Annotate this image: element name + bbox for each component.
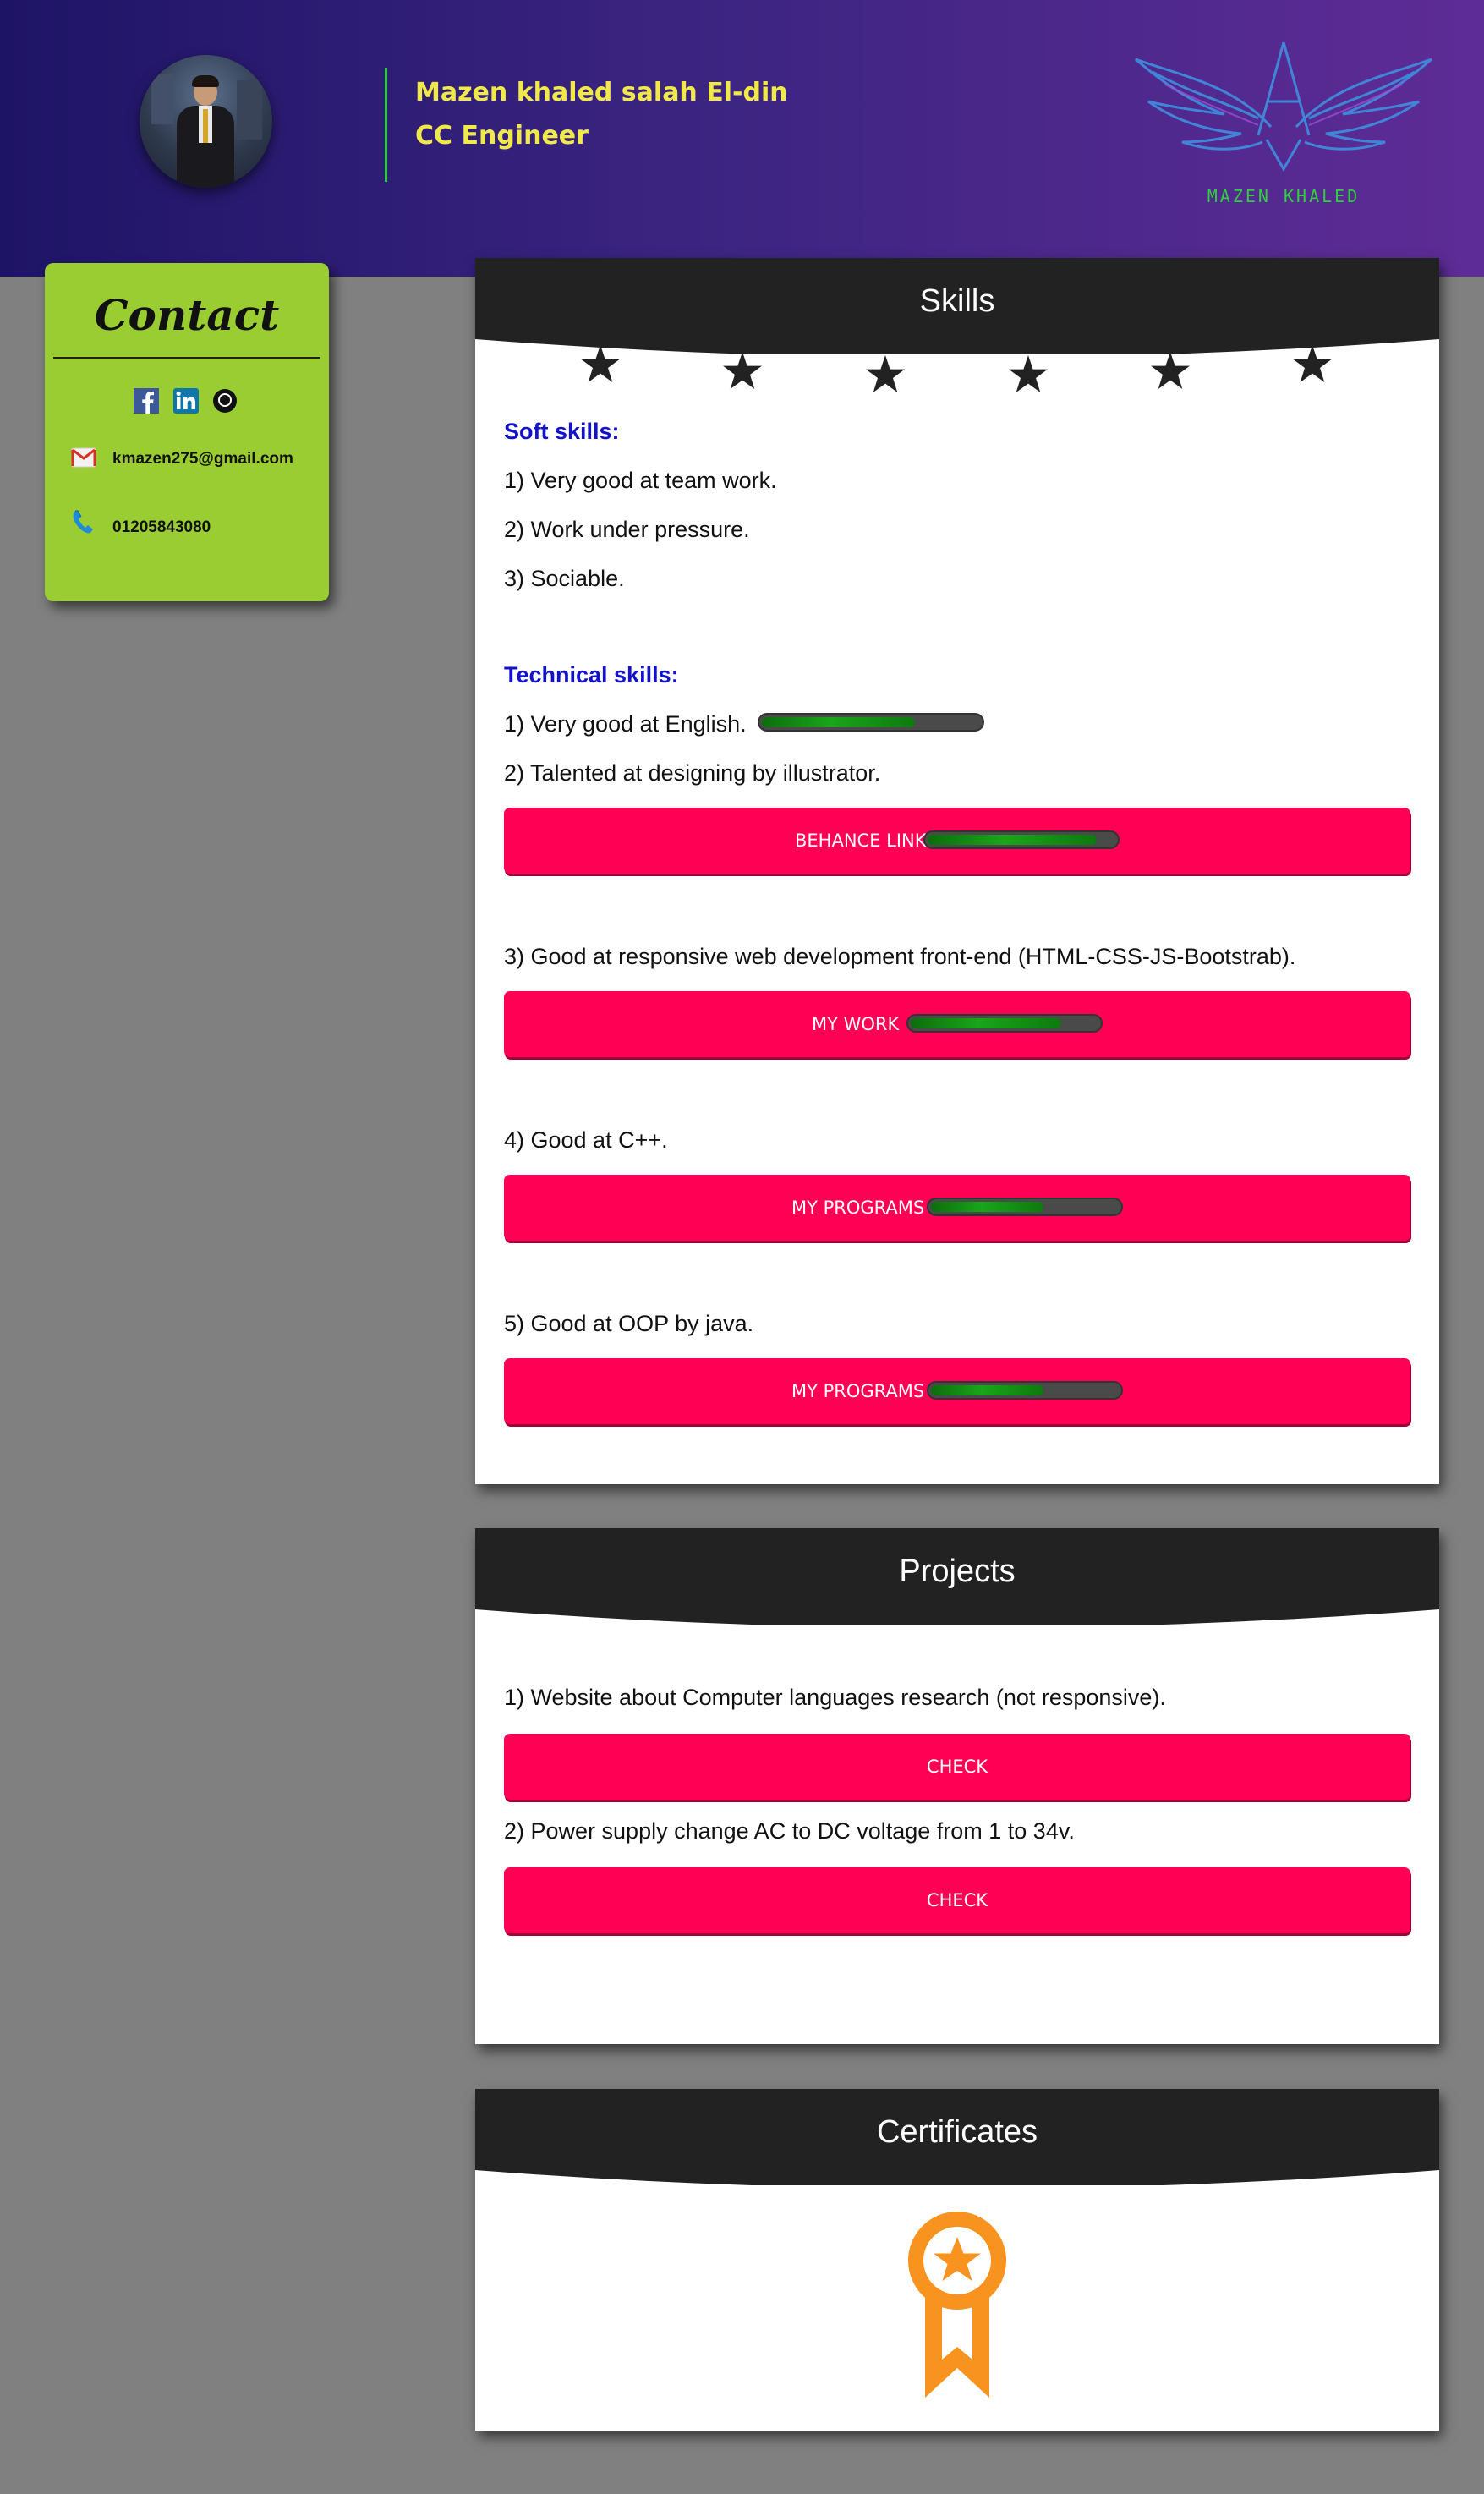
skill-progress-bar <box>758 713 984 732</box>
tech-skill-item: 5) Good at OOP by java. <box>504 1311 754 1336</box>
project-item: 2) Power supply change AC to DC voltage … <box>504 1818 1075 1844</box>
projects-card: Projects 1) Website about Computer langu… <box>475 1528 1439 2044</box>
skill-progress-bar <box>923 830 1120 849</box>
button-label: MY PROGRAMS <box>791 1381 925 1401</box>
my-programs-java-button[interactable]: MY PROGRAMS <box>504 1358 1410 1424</box>
soft-skill-item: 3) Sociable. <box>504 566 625 591</box>
medal-icon[interactable] <box>906 2212 1008 2398</box>
header-divider <box>385 68 387 182</box>
my-programs-cpp-button[interactable]: MY PROGRAMS <box>504 1175 1410 1241</box>
github-icon[interactable] <box>212 388 238 414</box>
tech-skill-item: 4) Good at C++. <box>504 1127 668 1153</box>
phone-icon <box>73 510 93 534</box>
skill-progress-bar <box>927 1381 1123 1400</box>
contact-card: Contact kmazen275@gmail.com 01205843080 <box>45 263 329 601</box>
header: Mazen khaled salah El-din CC Engineer MA… <box>0 0 1484 277</box>
soft-skill-item: 2) Work under pressure. <box>504 517 750 542</box>
star-icon <box>581 345 620 382</box>
button-label: BEHANCE LINK <box>795 830 927 851</box>
linkedin-icon[interactable] <box>173 388 199 414</box>
my-work-button[interactable]: MY WORK <box>504 991 1410 1057</box>
person-name: Mazen khaled salah El-din <box>415 78 788 107</box>
technical-skills-heading: Technical skills: <box>504 662 679 688</box>
person-role: CC Engineer <box>415 121 589 151</box>
tech-skill-item: 2) Talented at designing by illustrator. <box>504 760 881 786</box>
phone-number[interactable]: 01205843080 <box>112 518 211 537</box>
logo-text: MAZEN KHALED <box>1207 186 1361 206</box>
projects-title: Projects <box>899 1554 1016 1589</box>
star-icon <box>866 355 905 392</box>
tech-skill-item: 3) Good at responsive web development fr… <box>504 944 1296 969</box>
button-label: MY WORK <box>812 1014 900 1034</box>
star-icon <box>1151 352 1190 389</box>
star-icon <box>1009 355 1048 392</box>
tech-skill-item: 1) Very good at English. <box>504 711 747 737</box>
button-label: CHECK <box>926 1757 988 1777</box>
winged-logo-icon <box>1135 41 1432 173</box>
gmail-icon <box>71 447 96 468</box>
certificates-title: Certificates <box>876 2114 1038 2150</box>
skill-progress-bar <box>927 1198 1123 1216</box>
project-item: 1) Website about Computer languages rese… <box>504 1685 1166 1710</box>
button-label: MY PROGRAMS <box>791 1198 925 1218</box>
facebook-icon[interactable] <box>134 388 159 414</box>
button-label: CHECK <box>926 1890 988 1910</box>
contact-divider <box>53 357 320 359</box>
certificates-card: Certificates <box>475 2089 1439 2431</box>
check-button[interactable]: CHECK <box>504 1867 1410 1933</box>
email-link[interactable]: kmazen275@gmail.com <box>112 450 293 469</box>
behance-link-button[interactable]: BEHANCE LINK <box>504 808 1410 874</box>
skills-title: Skills <box>919 283 995 319</box>
skill-progress-bar <box>906 1014 1103 1033</box>
soft-skills-heading: Soft skills: <box>504 419 620 444</box>
soft-skill-item: 1) Very good at team work. <box>504 468 777 493</box>
skills-card: Skills Soft skills: 1) Very good at team… <box>475 258 1439 1484</box>
contact-title: Contact <box>94 290 280 340</box>
avatar <box>140 55 272 188</box>
star-icon <box>1293 345 1332 382</box>
check-button[interactable]: CHECK <box>504 1734 1410 1800</box>
star-icon <box>723 352 762 389</box>
